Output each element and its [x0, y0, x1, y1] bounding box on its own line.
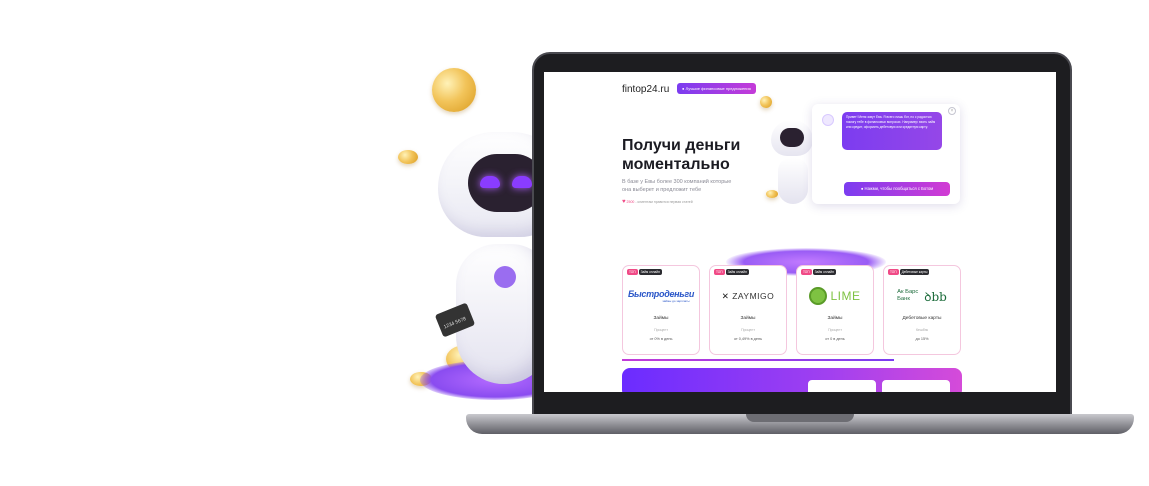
bystrodengi-logo-sub: займы до зарплаты — [662, 299, 690, 303]
tag-top: ТОП — [801, 269, 812, 275]
banner-button[interactable] — [882, 380, 950, 392]
robot-eye-right — [512, 176, 532, 188]
offer-card-lime[interactable]: ТОП Займ онлайн LIME Займы Процент от 0 … — [796, 265, 874, 355]
robot-chest-light — [494, 266, 516, 288]
offer-title: Займы — [740, 316, 756, 321]
chat-start-button[interactable]: ● Нажми, чтобы пообщаться с Ботом — [844, 182, 950, 196]
chat-bubble-icon: ● — [860, 186, 864, 191]
coin-decoration — [432, 68, 476, 112]
offer-value: от 0% в день — [649, 337, 673, 341]
promo-badge: ● Лучшие финансовые предложения — [677, 83, 756, 94]
offer-value: от 0 в день — [825, 337, 845, 341]
robot-head — [771, 120, 813, 156]
offer-label: Процент — [828, 328, 842, 332]
offer-label: Процент — [654, 328, 668, 332]
akbars-logo-text: Ак Барс Банк — [897, 289, 919, 302]
lime-logo-text: LIME — [830, 289, 861, 303]
robot-eye-left — [480, 176, 500, 188]
bulb-icon: ● — [682, 86, 685, 91]
offer-label: Кешбэк — [915, 328, 929, 332]
banner-button[interactable] — [808, 380, 876, 392]
zaymigo-logo-text: ZAYMIGO — [732, 290, 775, 301]
akbars-leopard-icon: ꝺbb — [924, 289, 947, 304]
coin-decoration — [760, 96, 772, 108]
site-logo[interactable]: fintop24.ru — [622, 84, 669, 95]
offer-tags: ТОП Займ онлайн — [801, 269, 836, 275]
offer-value: от 0,49% в день — [733, 337, 763, 341]
laptop-screen: fintop24.ru ● Лучшие финансовые предложе… — [544, 72, 1056, 392]
bystrodengi-logo-text: Быстроденьги — [627, 289, 695, 299]
promo-banner — [622, 368, 962, 392]
promo-badge-label: Лучшие финансовые предложения — [685, 86, 751, 91]
tag-top: ТОП — [714, 269, 725, 275]
tag-category: Дебетовые карты — [899, 269, 930, 275]
chat-message: Привет! Меня зовут Ева. Я всего лишь бот… — [842, 112, 942, 150]
tag-category: Займ онлайн — [812, 269, 836, 275]
offer-tags: ТОП Займ онлайн — [714, 269, 749, 275]
offer-tags: ТОП Дебетовые карты — [888, 269, 930, 275]
tag-top: ТОП — [627, 269, 638, 275]
chat-start-label: Нажми, чтобы пообщаться с Ботом — [864, 186, 934, 191]
close-icon[interactable]: × — [948, 107, 956, 115]
bystrodengi-logo: Быстроденьги займы до зарплаты — [623, 284, 699, 308]
zaymigo-mark-icon: ✕ — [721, 290, 733, 301]
offer-value: до 15% — [915, 337, 929, 341]
hero-stat: ♥ 2500 - клиентам нравится первая статей — [622, 199, 693, 205]
robot-body — [778, 158, 808, 204]
offer-label: Процент — [741, 328, 755, 332]
tag-top: ТОП — [888, 269, 899, 275]
hero-subtitle: В базе у Евы более 300 компаний которые … — [622, 179, 732, 193]
hero-stat-text: - клиентам нравится первая статей — [635, 200, 693, 204]
tag-category: Займ онлайн — [725, 269, 749, 275]
lime-logo: LIME — [797, 284, 873, 308]
offer-title: Займы — [827, 316, 843, 321]
heart-icon: ♥ — [622, 199, 626, 205]
bot-avatar — [822, 114, 834, 126]
offer-title: Займы — [653, 316, 669, 321]
offer-card-akbars[interactable]: ТОП Дебетовые карты Ак Барс Банк ꝺbb Дебе… — [883, 265, 961, 355]
hero-title: Получи деньги моментально — [622, 137, 741, 173]
hero-stat-count: 2500 — [626, 200, 635, 204]
zaymigo-logo: ✕ ZAYMIGO — [710, 284, 786, 308]
laptop-notch — [746, 414, 854, 422]
akbars-logo: Ак Барс Банк ꝺbb — [884, 284, 960, 308]
offer-tags: ТОП Займ онлайн — [627, 269, 662, 275]
lime-circle-icon — [809, 287, 828, 305]
coin-decoration — [398, 150, 418, 164]
section-divider — [622, 359, 894, 361]
chat-widget: × Привет! Меня зовут Ева. Я всего лишь б… — [812, 104, 960, 204]
offer-card-zaymigo[interactable]: ТОП Займ онлайн ✕ ZAYMIGO Займы Процент … — [709, 265, 787, 355]
tag-category: Займ онлайн — [638, 269, 662, 275]
offer-title: Дебетовые карты — [902, 316, 942, 321]
offer-card-bystrodengi[interactable]: ТОП Займ онлайн Быстроденьги займы до за… — [622, 265, 700, 355]
robot-visor — [780, 128, 804, 147]
